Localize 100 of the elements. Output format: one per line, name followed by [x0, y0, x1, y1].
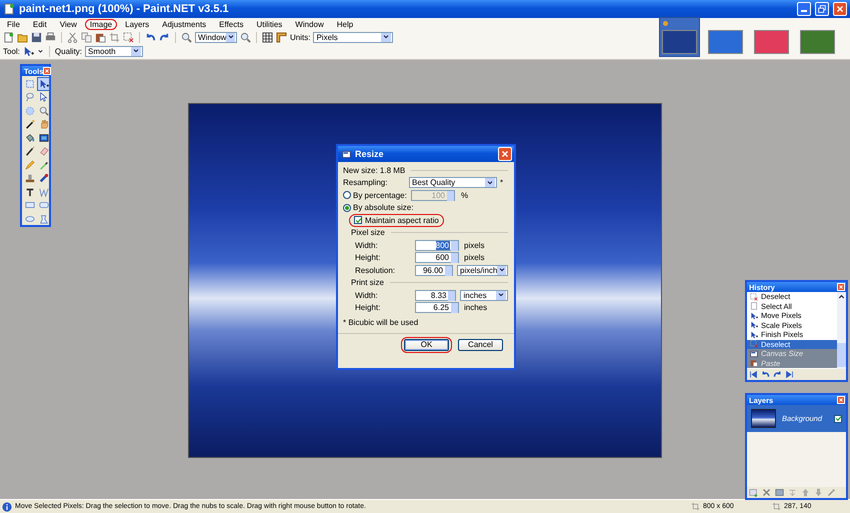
menu-item[interactable]: Adjustments — [157, 18, 212, 30]
deselect-icon[interactable] — [123, 32, 134, 42]
close-icon — [835, 4, 845, 14]
rounded-rectangle-icon — [38, 200, 48, 210]
tool-button[interactable] — [37, 172, 50, 185]
undo-icon[interactable] — [145, 32, 156, 42]
first-step-icon[interactable] — [749, 370, 758, 379]
magnifier-icon — [38, 106, 48, 116]
new-file-icon[interactable] — [3, 32, 14, 42]
deselect-icon — [750, 292, 758, 301]
asterisk-note: * — [500, 178, 504, 188]
gradient-icon — [38, 132, 48, 143]
copy-icon[interactable] — [81, 32, 92, 42]
save-icon[interactable] — [31, 32, 42, 42]
minimize-button[interactable] — [797, 2, 811, 16]
stamp-icon — [24, 173, 34, 184]
group-title: Print size — [351, 278, 384, 288]
cursor-position-icon — [772, 502, 781, 511]
radio-button[interactable]: By percentage: — [343, 190, 411, 200]
field-label: Height: — [355, 303, 382, 312]
close-button[interactable] — [833, 2, 847, 16]
visibility-checkbox[interactable] — [834, 414, 842, 422]
dialog-button[interactable]: Cancel — [458, 338, 503, 350]
dialog-button[interactable]: OK — [404, 338, 449, 350]
tool-button[interactable] — [23, 144, 36, 158]
paste-icon[interactable] — [95, 32, 106, 42]
close-button[interactable] — [837, 283, 845, 291]
minimize-icon — [801, 10, 807, 12]
restore-button[interactable] — [815, 2, 829, 16]
menu-item[interactable]: Help — [332, 18, 358, 30]
number-field[interactable]: 96.00 — [415, 264, 453, 276]
document-icon — [3, 3, 15, 15]
number-field[interactable]: 800 — [415, 240, 459, 251]
rectangle-icon — [24, 200, 34, 210]
image-size-icon — [691, 502, 700, 511]
radio-button[interactable]: By absolute size: — [343, 203, 411, 212]
ellipse-icon — [24, 214, 34, 224]
group-title: Pixel size — [351, 228, 385, 238]
duplicate-icon[interactable] — [775, 488, 784, 497]
check-icon — [354, 216, 362, 224]
bucket-icon — [24, 132, 34, 143]
ruler-icon[interactable] — [276, 32, 287, 42]
window-title: paint-net1.png (100%) - Paint.NET v3.5.1 — [19, 3, 230, 15]
redo-icon[interactable] — [773, 370, 782, 379]
resampling-dropdown[interactable]: Best Quality — [409, 177, 497, 188]
delete-icon[interactable] — [762, 488, 771, 497]
field-label: Width: — [355, 240, 379, 250]
zoom-out-icon[interactable] — [181, 32, 192, 42]
eraser-icon — [38, 146, 48, 156]
arrow-icon — [38, 92, 48, 102]
last-step-icon[interactable] — [785, 370, 794, 379]
caret-icon[interactable] — [36, 48, 44, 54]
scrollbar[interactable] — [837, 292, 846, 369]
redo-icon[interactable] — [159, 32, 170, 42]
number-field[interactable]: 8.33 — [415, 290, 456, 301]
arrow-icon[interactable] — [22, 46, 34, 56]
undo-icon[interactable] — [761, 370, 770, 379]
caret-icon — [132, 47, 140, 55]
menu-item[interactable]: Utilities — [251, 18, 288, 30]
scissors-icon[interactable] — [67, 32, 78, 42]
dialog-title: Resize — [355, 149, 385, 159]
units-dropdown[interactable]: Pixels — [313, 32, 394, 42]
aspect-ratio-checkbox[interactable]: Maintain aspect ratio — [354, 216, 439, 225]
field-label: Resolution: — [355, 266, 396, 275]
close-button[interactable] — [837, 396, 845, 404]
close-button[interactable] — [43, 67, 52, 75]
zoom-dropdown[interactable]: Window — [195, 32, 237, 42]
field-label: Height: — [355, 253, 382, 262]
crop-icon[interactable] — [109, 32, 120, 42]
quality-dropdown[interactable]: Smooth — [85, 46, 144, 56]
menu-item[interactable]: Window — [290, 18, 329, 30]
menu-item[interactable]: Effects — [214, 18, 248, 30]
caret-icon — [382, 33, 390, 41]
grid-icon[interactable] — [262, 32, 273, 42]
tool-label: Tool: — [3, 46, 20, 56]
menu-item[interactable]: Layers — [120, 18, 154, 30]
unit-dropdown[interactable]: inches — [460, 290, 508, 301]
rectangle-select-icon — [24, 78, 34, 89]
curve-icon — [38, 186, 48, 197]
layer-thumbnail — [751, 409, 776, 428]
menu-item[interactable]: View — [54, 18, 82, 30]
folder-icon[interactable] — [17, 32, 28, 42]
menu-item[interactable]: Image — [84, 18, 118, 30]
unit-dropdown[interactable]: pixels/inch — [457, 264, 508, 276]
menu-item[interactable]: File — [2, 18, 25, 30]
scroll-up-icon — [837, 292, 846, 301]
dropper-icon — [38, 160, 48, 170]
arrow-icon — [38, 78, 48, 89]
number-field[interactable]: 6.25 — [415, 302, 459, 314]
footnote: * Bicubic will be used — [343, 318, 418, 327]
menu-item[interactable]: Edit — [28, 18, 52, 30]
close-icon — [838, 284, 844, 290]
close-button[interactable] — [498, 147, 512, 161]
image-thumbnail[interactable] — [659, 17, 700, 57]
text-tool-icon — [24, 186, 34, 197]
number-field[interactable]: 600 — [415, 252, 459, 264]
zoom-in-icon[interactable] — [240, 32, 251, 42]
printer-icon[interactable] — [45, 32, 56, 42]
close-icon — [838, 397, 844, 403]
canvas-icon — [750, 350, 758, 358]
